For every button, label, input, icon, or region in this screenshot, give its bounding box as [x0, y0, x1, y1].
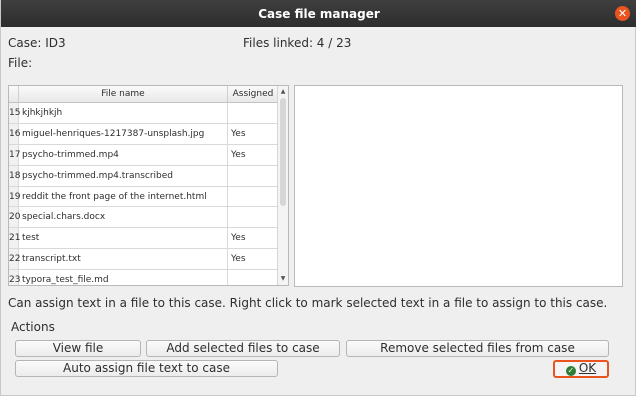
file-name-cell[interactable]: psycho-trimmed.mp4.transcribed [19, 165, 228, 186]
row-number: 17 [9, 144, 20, 165]
scroll-down-arrow-icon[interactable]: ▼ [278, 274, 288, 284]
table-row[interactable]: 19 reddit the front page of the internet… [9, 186, 279, 208]
actions-label: Actions [11, 320, 55, 334]
ok-button[interactable]: ✓ OK [553, 360, 609, 378]
title-bar: Case file manager ✕ [1, 0, 636, 27]
file-name-cell[interactable]: typora_test_file.md [19, 270, 228, 285]
window-title: Case file manager [258, 6, 380, 21]
file-name-cell[interactable]: miguel-henriques-1217387-unsplash.jpg [19, 123, 228, 144]
table-row[interactable]: 15 kjhkjhkjh [9, 103, 279, 124]
file-table[interactable]: File name Assigned 15 kjhkjhkjh 16 migue… [8, 85, 289, 286]
assigned-cell[interactable] [228, 270, 279, 285]
table-rows: 15 kjhkjhkjh 16 miguel-henriques-1217387… [9, 103, 279, 285]
table-row[interactable]: 16 miguel-henriques-1217387-unsplash.jpg… [9, 123, 279, 145]
table-row[interactable]: 18 psycho-trimmed.mp4.transcribed [9, 165, 279, 187]
scroll-thumb[interactable] [280, 98, 286, 206]
file-name-cell[interactable]: reddit the front page of the internet.ht… [19, 186, 228, 207]
files-linked-label: Files linked: 4 / 23 [243, 36, 352, 50]
file-name-cell[interactable]: test [19, 228, 228, 249]
row-number: 16 [9, 123, 20, 144]
table-scrollbar[interactable]: ▲ ▼ [277, 86, 288, 285]
column-header-assigned[interactable]: Assigned [228, 86, 279, 102]
assigned-cell[interactable] [228, 207, 279, 228]
table-row[interactable]: 22 transcript.txt Yes [9, 249, 279, 271]
row-number: 18 [9, 165, 20, 186]
close-icon[interactable]: ✕ [615, 6, 630, 21]
table-row[interactable]: 23 typora_test_file.md [9, 270, 279, 285]
row-number: 15 [9, 103, 20, 123]
assigned-cell[interactable] [228, 165, 279, 186]
ok-label: OK [578, 361, 597, 375]
assigned-cell[interactable]: Yes [228, 123, 279, 144]
table-row[interactable]: 21 test Yes [9, 228, 279, 250]
check-circle-icon: ✓ [565, 366, 576, 376]
assigned-cell[interactable]: Yes [228, 249, 279, 270]
file-label: File: [8, 56, 33, 70]
row-number: 21 [9, 228, 20, 249]
assigned-cell[interactable]: Yes [228, 228, 279, 249]
case-label: Case: ID3 [8, 36, 66, 50]
row-number: 20 [9, 207, 20, 228]
table-corner[interactable] [9, 86, 19, 102]
view-file-button[interactable]: View file [15, 340, 141, 357]
assigned-cell[interactable] [228, 103, 279, 123]
column-header-file-name[interactable]: File name [19, 86, 228, 102]
file-name-cell[interactable]: psycho-trimmed.mp4 [19, 144, 228, 165]
scroll-up-arrow-icon[interactable]: ▲ [278, 87, 288, 97]
table-header: File name Assigned [9, 86, 288, 103]
row-number: 23 [9, 270, 20, 285]
remove-selected-files-button[interactable]: Remove selected files from case [346, 340, 609, 357]
table-row[interactable]: 20 special.chars.docx [9, 207, 279, 229]
row-number: 19 [9, 186, 20, 207]
case-file-manager-window: Case file manager ✕ Case: ID3 Files link… [0, 0, 636, 396]
file-name-cell[interactable]: transcript.txt [19, 249, 228, 270]
assigned-cell[interactable]: Yes [228, 144, 279, 165]
file-name-cell[interactable]: special.chars.docx [19, 207, 228, 228]
file-text-preview[interactable] [294, 85, 623, 287]
file-name-cell[interactable]: kjhkjhkjh [19, 103, 228, 123]
auto-assign-button[interactable]: Auto assign file text to case [15, 360, 278, 377]
info-text: Can assign text in a file to this case. … [8, 296, 608, 310]
row-number: 22 [9, 249, 20, 270]
assigned-cell[interactable] [228, 186, 279, 207]
table-row[interactable]: 17 psycho-trimmed.mp4 Yes [9, 144, 279, 166]
add-selected-files-button[interactable]: Add selected files to case [146, 340, 340, 357]
